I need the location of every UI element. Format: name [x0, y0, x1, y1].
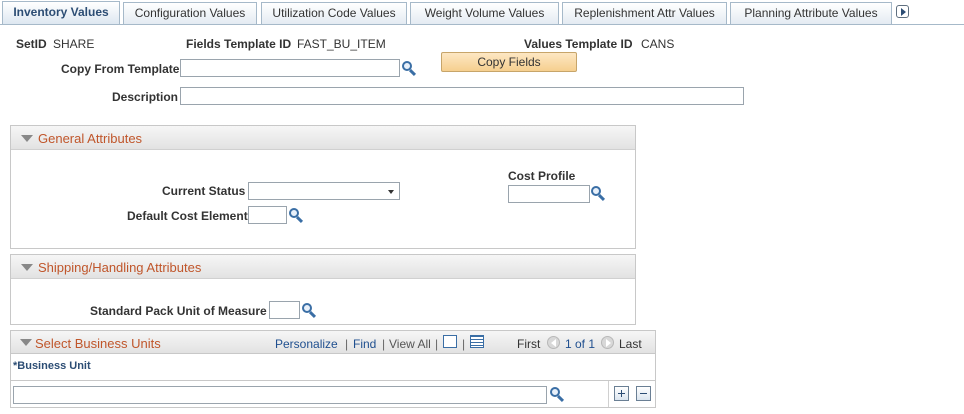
current-status-label: Current Status — [162, 184, 246, 198]
general-attributes-header[interactable]: General Attributes — [11, 126, 635, 150]
copy-from-template-input[interactable] — [180, 59, 400, 77]
tab-configuration-values[interactable]: Configuration Values — [123, 2, 257, 24]
business-units-title: Select Business Units — [35, 336, 161, 351]
values-template-value: CANS — [641, 37, 675, 51]
view-all-link[interactable]: View All — [389, 337, 431, 351]
nav-separator: | — [435, 337, 439, 351]
nav-separator: | — [382, 337, 386, 351]
cost-profile-label: Cost Profile — [508, 169, 576, 183]
fields-template-value: FAST_BU_ITEM — [297, 37, 386, 51]
default-cost-element-label: Default Cost Element — [127, 209, 248, 223]
copy-from-template-label: Copy From Template — [61, 62, 180, 76]
personalize-link[interactable]: Personalize — [275, 337, 338, 351]
shipping-handling-title: Shipping/Handling Attributes — [38, 260, 202, 275]
business-units-grid-header: Select Business Units Personalize | Find… — [10, 330, 656, 354]
zoom-grid-icon[interactable] — [443, 335, 457, 348]
next-tab-icon[interactable] — [896, 5, 909, 18]
default-cost-element-input[interactable] — [248, 206, 287, 224]
copy-from-template-lookup-icon[interactable] — [402, 61, 417, 77]
default-cost-element-lookup-icon[interactable] — [289, 208, 304, 224]
collapse-triangle-icon[interactable] — [21, 264, 33, 271]
setid-label: SetID — [16, 37, 47, 51]
cost-profile-input[interactable] — [508, 185, 590, 203]
row-divider — [608, 381, 609, 407]
collapse-triangle-icon[interactable] — [21, 135, 33, 142]
tab-planning-attribute-values[interactable]: Planning Attribute Values — [730, 2, 892, 24]
cost-profile-lookup-icon[interactable] — [591, 186, 606, 202]
tab-bar: Inventory Values Configuration Values Ut… — [0, 0, 964, 25]
previous-row-icon[interactable] — [547, 336, 560, 349]
shipping-handling-header[interactable]: Shipping/Handling Attributes — [11, 255, 635, 279]
page-info: 1 of 1 — [565, 337, 596, 351]
chevron-down-icon — [388, 190, 394, 194]
description-input[interactable] — [180, 87, 744, 105]
business-unit-lookup-icon[interactable] — [550, 387, 565, 403]
fields-template-label: Fields Template ID — [186, 37, 292, 51]
tab-divider — [0, 24, 964, 25]
last-label: Last — [619, 337, 642, 351]
business-unit-input[interactable] — [13, 386, 547, 404]
standard-pack-uom-lookup-icon[interactable] — [302, 303, 317, 319]
nav-separator: | — [345, 337, 349, 351]
current-status-select[interactable] — [248, 182, 400, 200]
delete-row-icon[interactable] — [636, 386, 651, 401]
standard-pack-uom-label: Standard Pack Unit of Measure — [90, 304, 267, 318]
business-unit-column-label: *Business Unit — [13, 360, 91, 372]
first-label: First — [517, 337, 541, 351]
tab-weight-volume-values[interactable]: Weight Volume Values — [410, 2, 559, 24]
standard-pack-uom-input[interactable] — [269, 301, 300, 319]
add-row-icon[interactable] — [614, 386, 629, 401]
general-attributes-title: General Attributes — [38, 131, 143, 146]
business-unit-column-header: *Business Unit — [10, 354, 656, 380]
next-row-icon[interactable] — [601, 336, 614, 349]
download-grid-icon[interactable] — [470, 335, 484, 348]
setid-value: SHARE — [53, 37, 95, 51]
description-label: Description — [112, 90, 179, 104]
tab-utilization-code-values[interactable]: Utilization Code Values — [261, 2, 407, 24]
table-row — [10, 380, 656, 408]
tab-inventory-values[interactable]: Inventory Values — [2, 1, 120, 25]
find-link[interactable]: Find — [353, 337, 376, 351]
nav-separator: | — [462, 337, 466, 351]
values-template-label: Values Template ID — [524, 37, 633, 51]
collapse-triangle-icon[interactable] — [20, 339, 32, 346]
copy-fields-button[interactable]: Copy Fields — [441, 52, 577, 72]
tab-replenishment-attr-values[interactable]: Replenishment Attr Values — [562, 2, 727, 24]
